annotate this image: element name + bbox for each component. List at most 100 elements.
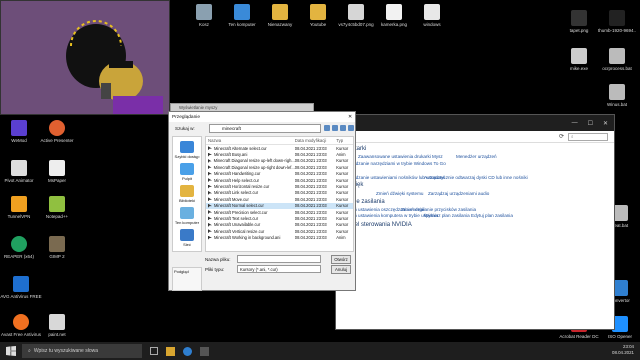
settings-link[interactable]: Automatycznie odtwarzaj dyski CD lub inn… [424,175,528,180]
desktop-icon-label: TunnelVPN [7,214,31,219]
file-rows: Minecraft Alternate select.cur 08.04.2021… [206,145,353,241]
desktop-icon-label: windows [423,22,441,27]
desktop-icon-label: ocrprocess.bat [602,66,632,71]
desktop-icon-winus[interactable]: Winus.bat [594,84,640,107]
folder-icon [310,4,326,20]
avast-icon [13,314,29,330]
gimp-icon [49,236,65,252]
view-menu-icon[interactable] [348,125,354,131]
task-view-icon[interactable] [150,347,158,355]
settings-link[interactable]: Zmień dźwięki systemu [376,191,423,196]
cursor-file-icon [208,152,212,157]
library-icon [180,185,194,197]
file-row[interactable]: Minecraft Alternate select.cur 08.04.2021… [206,145,353,151]
address-bar: ⟳ ⌕ [336,131,614,143]
file-row[interactable]: Minecraft Text select.cur 08.04.2021 23:0… [206,215,353,221]
settings-link[interactable]: Wybierz plan zasilania [424,213,470,218]
look-in-select[interactable]: minecraft [209,124,321,133]
settings-link[interactable]: Zarządzaj urządzeniami audio [428,191,489,196]
desktop-icon-thumb[interactable]: thumb-1920-9694.. [594,10,640,33]
desktop-icon-paintnet[interactable]: paint.net [34,314,80,337]
file-type: Kursor [336,209,349,215]
place-libraries[interactable]: Biblioteki [173,185,201,203]
file-explorer-icon[interactable] [166,346,175,356]
desktop-icon-label: paint.net [48,332,66,337]
file-row[interactable]: Minecraft Normal select.cur 08.04.2021 23… [206,202,353,209]
file-type: Kursor [336,228,349,234]
refresh-icon[interactable]: ⟳ [559,133,564,140]
place-desktop[interactable]: Pulpit [173,163,201,181]
file-row[interactable]: Minecraft Unavailable.cur 08.04.2021 23:0… [206,222,353,228]
back-icon[interactable] [324,125,330,131]
settings-link[interactable]: Zarządzanie narzędziami w trybie Windows… [344,161,446,166]
column-date[interactable]: Data modyfikacji [295,138,336,143]
desktop-icon-label: mike.exe [569,66,588,71]
minimize-icon[interactable]: — [572,120,578,126]
place-this-pc[interactable]: Ten komputer [173,207,201,225]
file-row[interactable]: Minecraft Working in background.ani 08.04… [206,234,353,240]
image-file-icon [571,10,587,26]
file-name-text: Minecraft Text select.cur [214,215,259,221]
batch-file-icon [609,48,625,64]
start-icon[interactable] [6,346,16,356]
place-network[interactable]: Sieć [173,229,201,247]
column-name[interactable]: Nazwa [206,138,295,143]
desktop-icon-gimp[interactable]: GIMP 2 [34,236,80,259]
open-button[interactable]: Otwórz [331,255,351,264]
file-type: Kursor [336,203,349,209]
settings-link[interactable]: Zaawansowane ustawienia drukarki [358,154,431,159]
file-name: Minecraft Move.cur [206,197,295,202]
desktop-icon-windows[interactable]: windows [409,4,455,27]
cancel-button[interactable]: Anuluj [331,265,351,274]
file-row[interactable]: Minecraft Precision select.cur 08.04.2021… [206,209,353,215]
desktop-icon-ocrprocess[interactable]: ocrprocess.bat [594,48,640,71]
file-row[interactable]: Minecraft Horizontal resize.cur 08.04.202… [206,183,353,189]
close-icon[interactable]: ✕ [603,120,608,127]
preview-pane: Podgląd [172,267,202,291]
place-quick-access[interactable]: Szybki dostęp [173,141,201,159]
file-type: Kursor [336,145,349,151]
file-type: Kursor [336,215,349,221]
taskbar: ⌕ Wpisz tu wyszukiwane słowa 23:04 08.04… [0,342,640,360]
filetype-select[interactable]: Kursory (*.ani, *.cur) [237,265,321,273]
settings-link[interactable]: Menedżer urządzeń [456,154,497,159]
vpn-icon [11,196,27,212]
filename-input[interactable] [237,255,321,263]
settings-taskbar-icon[interactable] [200,346,209,356]
file-row[interactable]: Minecraft Vertical resize.cur 08.04.2021 … [206,228,353,234]
settings-link-mouse[interactable]: Mysz [432,154,443,159]
desktop-icon-label: Pivot Animator [4,178,34,183]
clock-date[interactable]: 08.04.2021 [612,350,634,356]
close-icon[interactable]: ✕ [348,115,352,120]
settings-link[interactable]: Zmień działanie przycisków zasilania [401,207,476,212]
file-row[interactable]: Minecraft Link select.cur 08.04.2021 23:0… [206,190,353,196]
new-folder-icon[interactable] [340,125,346,131]
file-row[interactable]: Minecraft Move.cur 08.04.2021 23:03 Kursor [206,196,353,202]
desktop-icon-active-presenter[interactable]: Active Presenter [34,120,80,143]
file-name-text: Minecraft Diagonal resize up-left down-r… [213,158,295,164]
desktop: Kosz Ten komputer Nienazwany Youtube vs7… [0,0,640,360]
file-name: Minecraft Diagonal resize up-right down-… [206,165,295,170]
up-folder-icon[interactable] [332,125,338,131]
taskbar-search[interactable]: ⌕ Wpisz tu wyszukiwane słowa [22,344,142,358]
file-name-text: Minecraft Link select.cur [214,190,259,196]
search-input[interactable]: ⌕ [568,132,608,141]
file-date: 08.04.2021 23:03 [294,177,327,183]
file-row[interactable]: Minecraft Diagonal resize up-right down-… [206,164,353,170]
desktop-icon-label: MsPaper [47,178,66,183]
place-label: Sieć [183,242,191,247]
desktop-icon-notepadpp[interactable]: Notepad++ [34,196,80,219]
file-row[interactable]: Minecraft Help select.cur 08.04.2021 23:0… [206,177,353,183]
file-row[interactable]: Minecraft Busy.ani 08.04.2021 23:03 Anim [206,151,353,157]
settings-link[interactable]: Edytuj plan zasilania [471,213,513,218]
column-type[interactable]: Typ [336,138,353,143]
desktop-icon-mspaper[interactable]: MsPaper [34,160,80,183]
places-bar: Szybki dostęp Pulpit Biblioteki Ten komp… [172,136,202,252]
desktop-icon-avg[interactable]: AVG AntiVirus FREE [0,276,46,299]
file-name-text: Minecraft Handwriting.cur [214,171,261,177]
file-row[interactable]: Minecraft Diagonal resize up-left down-r… [206,158,353,164]
file-row[interactable]: Minecraft Handwriting.cur 08.04.2021 23:0… [206,171,353,177]
maximize-icon[interactable]: ☐ [588,120,593,127]
desktop-icon-label: Acrobat Reader DC [559,334,599,339]
browser-icon[interactable] [183,346,192,356]
